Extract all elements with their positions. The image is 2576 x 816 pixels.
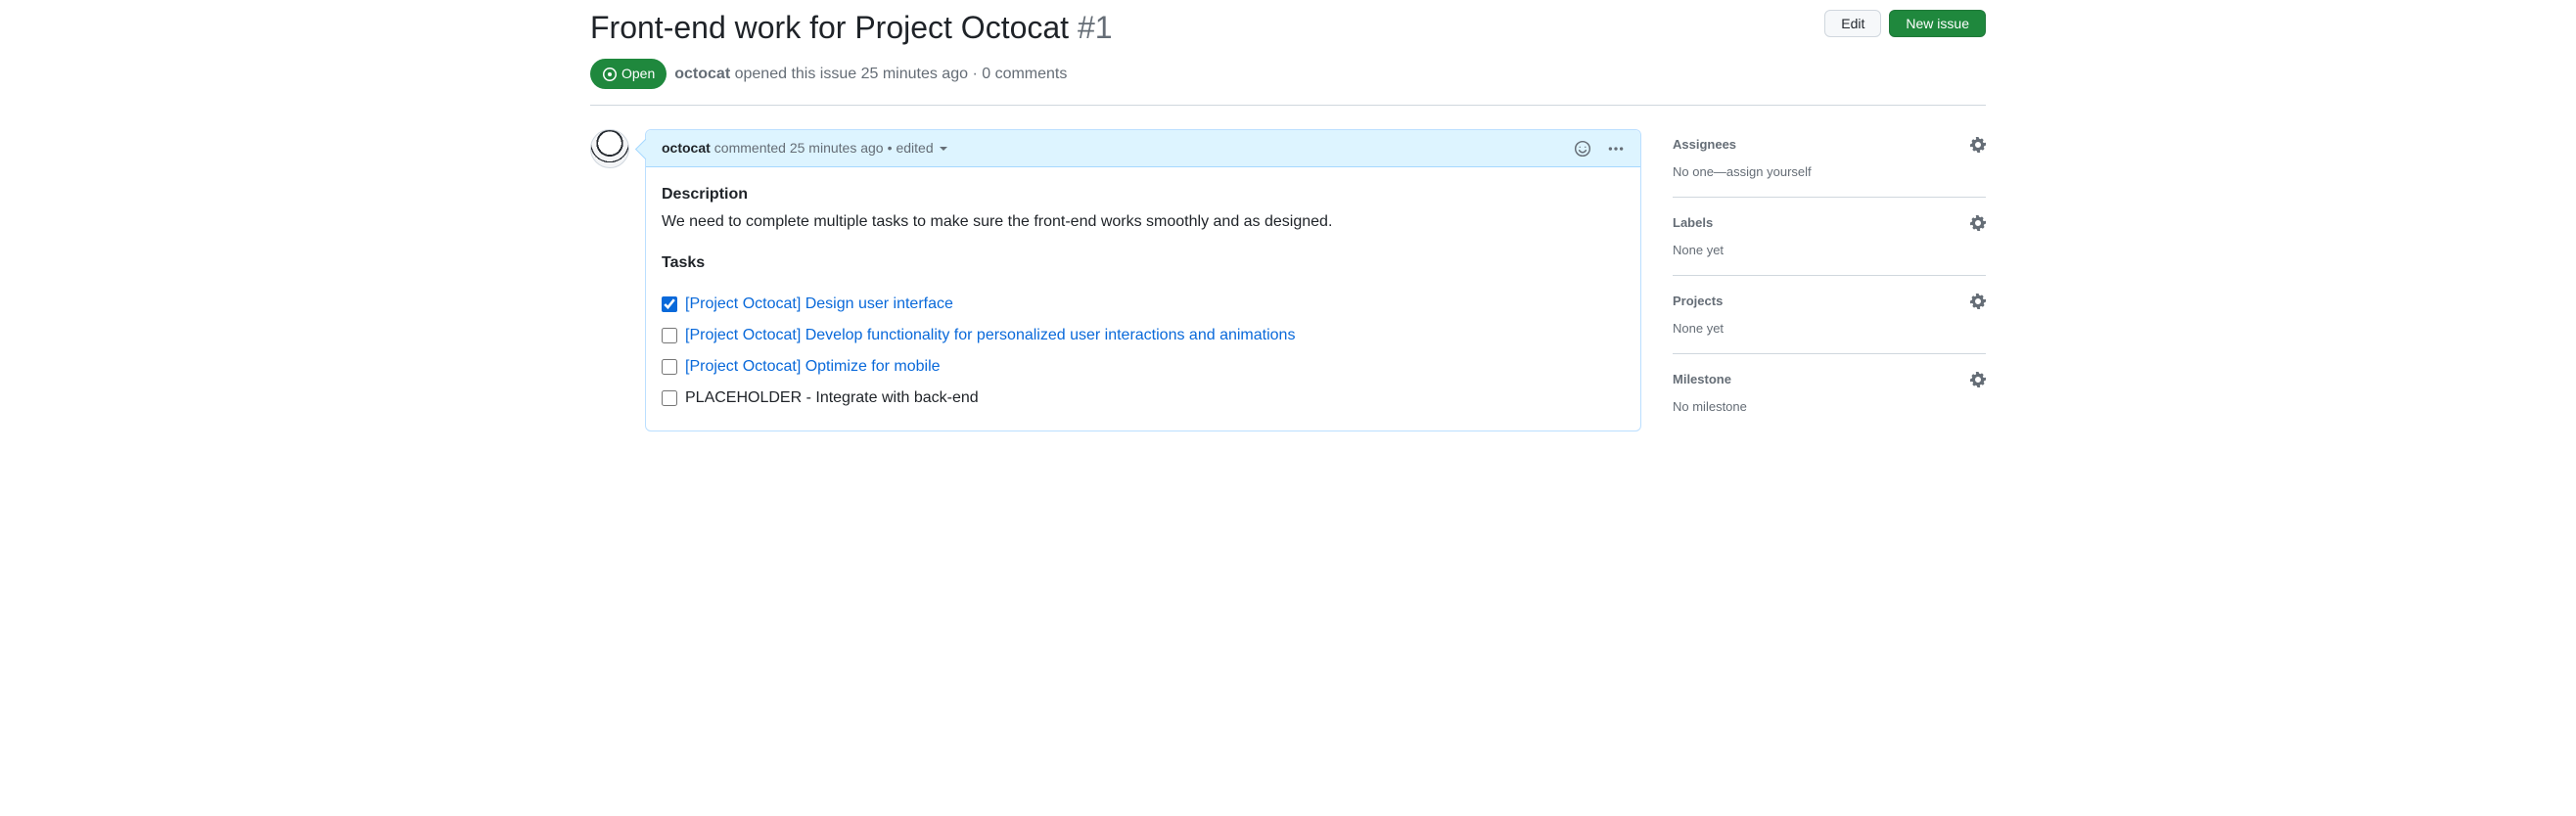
gear-icon [1970, 372, 1986, 387]
projects-heading: Projects [1673, 292, 1723, 311]
state-badge: Open [590, 59, 667, 89]
gear-icon [1970, 294, 1986, 309]
issue-comments-count: 0 comments [982, 66, 1067, 82]
issue-title-text: Front-end work for Project Octocat [590, 10, 1069, 45]
assignees-value: No one—assign yourself [1673, 162, 1986, 182]
assignees-heading: Assignees [1673, 135, 1736, 155]
projects-value: None yet [1673, 319, 1986, 339]
issue-open-icon [602, 67, 618, 82]
task-checkbox[interactable] [662, 390, 677, 406]
comment-author-link[interactable]: octocat [662, 138, 711, 159]
edited-dropdown[interactable]: edited [896, 138, 946, 159]
task-checkbox[interactable] [662, 328, 677, 343]
issue-meta: octocat opened this issue 25 minutes ago… [674, 63, 1067, 86]
edit-button[interactable]: Edit [1824, 10, 1881, 37]
projects-gear-button[interactable] [1970, 294, 1986, 309]
task-issue-link[interactable]: [Project Octocat] Design user interface [685, 293, 953, 316]
kebab-icon [1607, 140, 1625, 158]
issue-opened-text: opened this issue 25 minutes ago [735, 66, 968, 82]
description-heading: Description [662, 183, 1625, 206]
kebab-menu-button[interactable] [1607, 140, 1625, 158]
labels-gear-button[interactable] [1970, 215, 1986, 231]
labels-value: None yet [1673, 241, 1986, 260]
tasks-heading: Tasks [662, 251, 1625, 275]
task-item: [Project Octocat] Develop functionality … [662, 320, 1625, 351]
new-issue-button[interactable]: New issue [1889, 10, 1986, 37]
issue-author-link[interactable]: octocat [674, 66, 730, 82]
emoji-reaction-button[interactable] [1574, 140, 1591, 158]
task-checkbox[interactable] [662, 296, 677, 312]
comment-timestamp: commented 25 minutes ago [714, 138, 884, 159]
task-label: PLACEHOLDER - Integrate with back-end [685, 386, 979, 410]
chevron-down-icon [940, 147, 947, 151]
state-text: Open [621, 64, 655, 84]
task-item: [Project Octocat] Optimize for mobile [662, 351, 1625, 383]
issue-title: Front-end work for Project Octocat #1 [590, 8, 1113, 47]
description-text: We need to complete multiple tasks to ma… [662, 210, 1625, 234]
smiley-icon [1574, 140, 1591, 158]
task-item: [Project Octocat] Design user interface [662, 289, 1625, 320]
task-checkbox[interactable] [662, 359, 677, 375]
task-item: PLACEHOLDER - Integrate with back-end [662, 383, 1625, 414]
comment-box: octocat commented 25 minutes ago • edite… [645, 129, 1641, 431]
milestone-gear-button[interactable] [1970, 372, 1986, 387]
labels-heading: Labels [1673, 213, 1713, 233]
assignees-gear-button[interactable] [1970, 137, 1986, 153]
gear-icon [1970, 215, 1986, 231]
task-issue-link[interactable]: [Project Octocat] Optimize for mobile [685, 355, 941, 379]
gear-icon [1970, 137, 1986, 153]
task-issue-link[interactable]: [Project Octocat] Develop functionality … [685, 324, 1295, 347]
assign-yourself-link[interactable]: assign yourself [1726, 164, 1812, 179]
issue-number: #1 [1078, 10, 1113, 45]
milestone-value: No milestone [1673, 397, 1986, 417]
milestone-heading: Milestone [1673, 370, 1731, 389]
avatar[interactable] [590, 129, 629, 168]
task-list: [Project Octocat] Design user interface [… [662, 289, 1625, 414]
